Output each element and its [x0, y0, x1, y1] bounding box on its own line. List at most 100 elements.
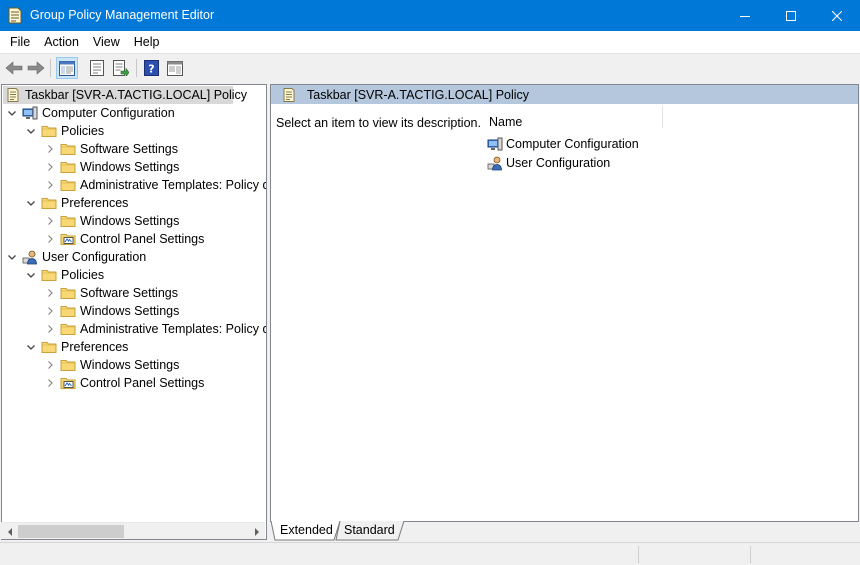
- chevron-right-icon[interactable]: [44, 233, 56, 245]
- scrollbar-thumb[interactable]: [18, 525, 124, 538]
- scroll-right-arrow[interactable]: [248, 523, 265, 540]
- chevron-down-icon[interactable]: [25, 197, 37, 209]
- tree-item-label: Preferences: [61, 340, 129, 354]
- folder-icon: [60, 177, 76, 193]
- chevron-right-icon[interactable]: [44, 305, 56, 317]
- tree-item-user-preferences[interactable]: Preferences: [25, 338, 128, 356]
- policy-document-icon: [5, 87, 21, 103]
- action-pane-icon: [167, 60, 183, 76]
- tree-item-label: Control Panel Settings: [80, 232, 205, 246]
- tree-item-computer-policies[interactable]: Policies: [25, 122, 104, 140]
- tree-item-label: Windows Settings: [80, 304, 180, 318]
- chevron-right-icon[interactable]: [44, 359, 56, 371]
- status-divider: [638, 546, 639, 563]
- user-icon: [487, 155, 503, 171]
- chevron-down-icon[interactable]: [25, 125, 37, 137]
- tree-item-user-policies[interactable]: Policies: [25, 266, 104, 284]
- tree-item-label: Windows Settings: [80, 214, 180, 228]
- tree-item-user-administrative-templates[interactable]: Administrative Templates: Policy d: [44, 320, 267, 338]
- tree-item-label: Taskbar [SVR-A.TACTIG.LOCAL] Policy: [25, 88, 248, 102]
- toolbar-separator: [136, 59, 137, 77]
- chevron-down-icon[interactable]: [25, 269, 37, 281]
- tree-item-user-control-panel-settings[interactable]: Control Panel Settings: [44, 374, 204, 392]
- tree-horizontal-scrollbar[interactable]: [1, 522, 265, 539]
- policy-document-icon: [281, 87, 297, 103]
- tree-item-label: User Configuration: [42, 250, 147, 264]
- tree-item-label: Software Settings: [80, 286, 178, 300]
- list-item-computer-configuration[interactable]: Computer Configuration: [487, 135, 639, 153]
- status-divider: [750, 546, 751, 563]
- show-hide-console-tree-button[interactable]: [56, 57, 78, 79]
- chevron-right-icon[interactable]: [44, 143, 56, 155]
- tree-item-user-windows-settings[interactable]: Windows Settings: [44, 302, 179, 320]
- properties-button[interactable]: [86, 57, 108, 79]
- maximize-button[interactable]: [768, 0, 814, 31]
- toolbar-separator: [50, 59, 51, 77]
- status-bar: [0, 542, 860, 565]
- help-button[interactable]: ?: [140, 57, 162, 79]
- window-title: Group Policy Management Editor: [30, 8, 215, 22]
- tree-item-user-pref-windows-settings[interactable]: Windows Settings: [44, 356, 179, 374]
- tree-item-computer-software-settings[interactable]: Software Settings: [44, 140, 178, 158]
- show-hide-action-pane-button[interactable]: [164, 57, 186, 79]
- close-button[interactable]: [814, 0, 860, 31]
- tree-item-label: Policies: [61, 124, 105, 138]
- properties-icon: [90, 60, 104, 76]
- menu-bar: File Action View Help: [0, 31, 860, 53]
- list-item-user-configuration[interactable]: User Configuration: [487, 154, 610, 172]
- svg-text:?: ?: [148, 63, 154, 76]
- chevron-right-icon[interactable]: [44, 179, 56, 191]
- control-panel-folder-icon: [60, 231, 76, 247]
- details-pane: Taskbar [SVR-A.TACTIG.LOCAL] Policy Sele…: [270, 84, 859, 522]
- minimize-button[interactable]: [722, 0, 768, 31]
- tree-item-computer-preferences[interactable]: Preferences: [25, 194, 128, 212]
- tree-item-label: Software Settings: [80, 142, 178, 156]
- details-header: Taskbar [SVR-A.TACTIG.LOCAL] Policy: [271, 85, 858, 104]
- tab-standard[interactable]: Standard: [344, 521, 395, 541]
- menu-file[interactable]: File: [3, 31, 37, 53]
- console-tree: Taskbar [SVR-A.TACTIG.LOCAL] Policy Comp…: [1, 84, 267, 540]
- chevron-right-icon[interactable]: [44, 287, 56, 299]
- tab-extended[interactable]: Extended: [280, 521, 333, 541]
- chevron-right-icon[interactable]: [44, 377, 56, 389]
- list-item-label: User Configuration: [506, 156, 611, 170]
- back-button[interactable]: [3, 57, 25, 79]
- tree-item-computer-administrative-templates[interactable]: Administrative Templates: Policy d: [44, 176, 266, 194]
- scroll-right-icon: [254, 527, 259, 536]
- folder-icon: [60, 285, 76, 301]
- tree-item-computer-windows-settings[interactable]: Windows Settings: [44, 158, 179, 176]
- menu-help[interactable]: Help: [127, 31, 167, 53]
- tree-item-user-software-settings[interactable]: Software Settings: [44, 284, 178, 302]
- scroll-left-arrow[interactable]: [1, 523, 18, 540]
- folder-icon: [60, 141, 76, 157]
- tree-item-label: Preferences: [61, 196, 129, 210]
- chevron-right-icon[interactable]: [44, 215, 56, 227]
- folder-icon: [60, 303, 76, 319]
- folder-icon: [60, 159, 76, 175]
- tree-item-computer-pref-windows-settings[interactable]: Windows Settings: [44, 212, 179, 230]
- tree-item-label: Policies: [61, 268, 105, 282]
- folder-icon: [60, 321, 76, 337]
- tree-item-computer-control-panel-settings[interactable]: Control Panel Settings: [44, 230, 204, 248]
- maximize-icon: [786, 10, 796, 21]
- chevron-right-icon[interactable]: [44, 323, 56, 335]
- tree-item-computer-configuration[interactable]: Computer Configuration: [6, 104, 175, 122]
- export-list-icon: [113, 60, 129, 76]
- chevron-down-icon[interactable]: [25, 341, 37, 353]
- chevron-right-icon[interactable]: [44, 161, 56, 173]
- tree-item-label: Windows Settings: [80, 160, 180, 174]
- forward-button[interactable]: [25, 57, 47, 79]
- export-list-button[interactable]: [110, 57, 132, 79]
- name-column-header[interactable]: Name: [483, 106, 663, 129]
- chevron-down-icon[interactable]: [6, 251, 18, 263]
- computer-icon: [22, 105, 38, 121]
- tree-item-label: Administrative Templates: Policy d: [80, 322, 267, 336]
- menu-action[interactable]: Action: [37, 31, 86, 53]
- chevron-down-icon[interactable]: [6, 107, 18, 119]
- menu-view[interactable]: View: [86, 31, 127, 53]
- tree-root-policy[interactable]: Taskbar [SVR-A.TACTIG.LOCAL] Policy: [3, 86, 247, 104]
- user-icon: [22, 249, 38, 265]
- arrow-left-icon: [5, 61, 23, 75]
- folder-icon: [41, 123, 57, 139]
- tree-item-user-configuration[interactable]: User Configuration: [6, 248, 146, 266]
